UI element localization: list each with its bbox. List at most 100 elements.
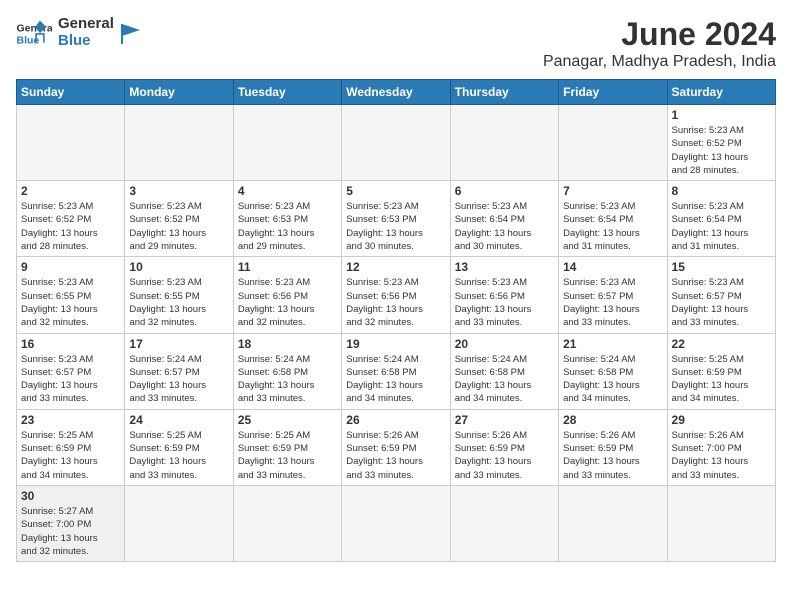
location-subtitle: Panagar, Madhya Pradesh, India xyxy=(543,53,776,71)
day-number: 5 xyxy=(346,184,445,198)
day-info: Sunrise: 5:23 AM Sunset: 6:55 PM Dayligh… xyxy=(129,276,228,329)
calendar-cell xyxy=(17,105,125,181)
calendar-cell: 6Sunrise: 5:23 AM Sunset: 6:54 PM Daylig… xyxy=(450,181,558,257)
day-info: Sunrise: 5:23 AM Sunset: 6:55 PM Dayligh… xyxy=(21,276,120,329)
weekday-header-saturday: Saturday xyxy=(667,80,775,105)
calendar-week-row: 16 Sunrise: 5:23 AM Sunset: 6:57 PM Dayli… xyxy=(17,333,776,409)
day-info: Sunrise: 5:25 AM Sunset: 6:59 PM Dayligh… xyxy=(238,429,337,482)
logo: General Blue General Blue xyxy=(16,16,142,49)
calendar-week-row: 30 Sunrise: 5:27 AM Sunset: 7:00 PM Dayli… xyxy=(17,485,776,561)
day-number: 22 xyxy=(672,337,771,351)
day-number: 12 xyxy=(346,260,445,274)
calendar-cell: 10 Sunrise: 5:23 AM Sunset: 6:55 PM Dayli… xyxy=(125,257,233,333)
day-info: Sunrise: 5:24 AM Sunset: 6:58 PM Dayligh… xyxy=(563,353,662,406)
calendar-cell: 15 Sunrise: 5:23 AM Sunset: 6:57 PM Dayli… xyxy=(667,257,775,333)
day-number: 8 xyxy=(672,184,771,198)
day-info: Sunrise: 5:24 AM Sunset: 6:58 PM Dayligh… xyxy=(455,353,554,406)
calendar-table: SundayMondayTuesdayWednesdayThursdayFrid… xyxy=(16,79,776,562)
day-number: 20 xyxy=(455,337,554,351)
day-number: 10 xyxy=(129,260,228,274)
day-number: 28 xyxy=(563,413,662,427)
calendar-cell xyxy=(450,485,558,561)
calendar-cell: 24Sunrise: 5:25 AM Sunset: 6:59 PM Dayli… xyxy=(125,409,233,485)
day-number: 26 xyxy=(346,413,445,427)
day-number: 29 xyxy=(672,413,771,427)
day-number: 7 xyxy=(563,184,662,198)
day-info: Sunrise: 5:24 AM Sunset: 6:58 PM Dayligh… xyxy=(238,353,337,406)
day-number: 25 xyxy=(238,413,337,427)
day-info: Sunrise: 5:23 AM Sunset: 6:57 PM Dayligh… xyxy=(672,276,771,329)
day-number: 1 xyxy=(672,108,771,122)
day-info: Sunrise: 5:23 AM Sunset: 6:54 PM Dayligh… xyxy=(563,200,662,253)
general-blue-logo-icon: General Blue xyxy=(16,19,52,47)
calendar-cell: 5 Sunrise: 5:23 AM Sunset: 6:53 PM Daylig… xyxy=(342,181,450,257)
day-info: Sunrise: 5:24 AM Sunset: 6:58 PM Dayligh… xyxy=(346,353,445,406)
day-info: Sunrise: 5:25 AM Sunset: 6:59 PM Dayligh… xyxy=(672,353,771,406)
calendar-cell xyxy=(125,485,233,561)
day-info: Sunrise: 5:23 AM Sunset: 6:53 PM Dayligh… xyxy=(346,200,445,253)
day-number: 23 xyxy=(21,413,120,427)
calendar-cell: 19Sunrise: 5:24 AM Sunset: 6:58 PM Dayli… xyxy=(342,333,450,409)
day-info: Sunrise: 5:23 AM Sunset: 6:57 PM Dayligh… xyxy=(563,276,662,329)
calendar-cell: 20 Sunrise: 5:24 AM Sunset: 6:58 PM Dayli… xyxy=(450,333,558,409)
day-number: 14 xyxy=(563,260,662,274)
calendar-cell: 12 Sunrise: 5:23 AM Sunset: 6:56 PM Dayli… xyxy=(342,257,450,333)
day-info: Sunrise: 5:26 AM Sunset: 7:00 PM Dayligh… xyxy=(672,429,771,482)
calendar-week-row: 1 Sunrise: 5:23 AM Sunset: 6:52 PM Daylig… xyxy=(17,105,776,181)
weekday-header-sunday: Sunday xyxy=(17,80,125,105)
calendar-cell: 4Sunrise: 5:23 AM Sunset: 6:53 PM Daylig… xyxy=(233,181,341,257)
day-info: Sunrise: 5:23 AM Sunset: 6:56 PM Dayligh… xyxy=(455,276,554,329)
day-number: 16 xyxy=(21,337,120,351)
calendar-cell: 21Sunrise: 5:24 AM Sunset: 6:58 PM Dayli… xyxy=(559,333,667,409)
day-number: 13 xyxy=(455,260,554,274)
weekday-header-wednesday: Wednesday xyxy=(342,80,450,105)
day-number: 3 xyxy=(129,184,228,198)
weekday-header-friday: Friday xyxy=(559,80,667,105)
day-info: Sunrise: 5:23 AM Sunset: 6:54 PM Dayligh… xyxy=(672,200,771,253)
title-block: June 2024 Panagar, Madhya Pradesh, India xyxy=(543,16,776,71)
day-number: 15 xyxy=(672,260,771,274)
day-number: 18 xyxy=(238,337,337,351)
calendar-cell xyxy=(233,485,341,561)
calendar-cell: 3 Sunrise: 5:23 AM Sunset: 6:52 PM Daylig… xyxy=(125,181,233,257)
logo-blue: Blue xyxy=(58,33,114,50)
calendar-cell xyxy=(450,105,558,181)
calendar-cell: 22 Sunrise: 5:25 AM Sunset: 6:59 PM Dayli… xyxy=(667,333,775,409)
calendar-cell: 29 Sunrise: 5:26 AM Sunset: 7:00 PM Dayli… xyxy=(667,409,775,485)
calendar-week-row: 23 Sunrise: 5:25 AM Sunset: 6:59 PM Dayli… xyxy=(17,409,776,485)
day-info: Sunrise: 5:25 AM Sunset: 6:59 PM Dayligh… xyxy=(129,429,228,482)
day-info: Sunrise: 5:25 AM Sunset: 6:59 PM Dayligh… xyxy=(21,429,120,482)
weekday-header-row: SundayMondayTuesdayWednesdayThursdayFrid… xyxy=(17,80,776,105)
day-info: Sunrise: 5:23 AM Sunset: 6:52 PM Dayligh… xyxy=(129,200,228,253)
calendar-cell xyxy=(342,105,450,181)
day-info: Sunrise: 5:23 AM Sunset: 6:52 PM Dayligh… xyxy=(21,200,120,253)
flag-icon xyxy=(120,22,142,44)
calendar-cell: 28Sunrise: 5:26 AM Sunset: 6:59 PM Dayli… xyxy=(559,409,667,485)
day-info: Sunrise: 5:27 AM Sunset: 7:00 PM Dayligh… xyxy=(21,505,120,558)
day-info: Sunrise: 5:23 AM Sunset: 6:54 PM Dayligh… xyxy=(455,200,554,253)
calendar-cell: 13 Sunrise: 5:23 AM Sunset: 6:56 PM Dayli… xyxy=(450,257,558,333)
calendar-cell: 23 Sunrise: 5:25 AM Sunset: 6:59 PM Dayli… xyxy=(17,409,125,485)
calendar-cell: 8 Sunrise: 5:23 AM Sunset: 6:54 PM Daylig… xyxy=(667,181,775,257)
day-number: 17 xyxy=(129,337,228,351)
day-info: Sunrise: 5:26 AM Sunset: 6:59 PM Dayligh… xyxy=(346,429,445,482)
weekday-header-monday: Monday xyxy=(125,80,233,105)
day-number: 9 xyxy=(21,260,120,274)
calendar-cell: 11Sunrise: 5:23 AM Sunset: 6:56 PM Dayli… xyxy=(233,257,341,333)
day-info: Sunrise: 5:23 AM Sunset: 6:52 PM Dayligh… xyxy=(672,124,771,177)
day-number: 30 xyxy=(21,489,120,503)
day-info: Sunrise: 5:26 AM Sunset: 6:59 PM Dayligh… xyxy=(455,429,554,482)
day-number: 4 xyxy=(238,184,337,198)
day-info: Sunrise: 5:23 AM Sunset: 6:57 PM Dayligh… xyxy=(21,353,120,406)
calendar-cell: 25 Sunrise: 5:25 AM Sunset: 6:59 PM Dayli… xyxy=(233,409,341,485)
day-number: 11 xyxy=(238,260,337,274)
svg-text:General: General xyxy=(17,22,53,34)
day-info: Sunrise: 5:24 AM Sunset: 6:57 PM Dayligh… xyxy=(129,353,228,406)
calendar-cell xyxy=(667,485,775,561)
day-number: 2 xyxy=(21,184,120,198)
calendar-cell: 7 Sunrise: 5:23 AM Sunset: 6:54 PM Daylig… xyxy=(559,181,667,257)
month-title: June 2024 xyxy=(543,16,776,53)
calendar-cell: 2 Sunrise: 5:23 AM Sunset: 6:52 PM Daylig… xyxy=(17,181,125,257)
day-info: Sunrise: 5:23 AM Sunset: 6:56 PM Dayligh… xyxy=(346,276,445,329)
weekday-header-tuesday: Tuesday xyxy=(233,80,341,105)
